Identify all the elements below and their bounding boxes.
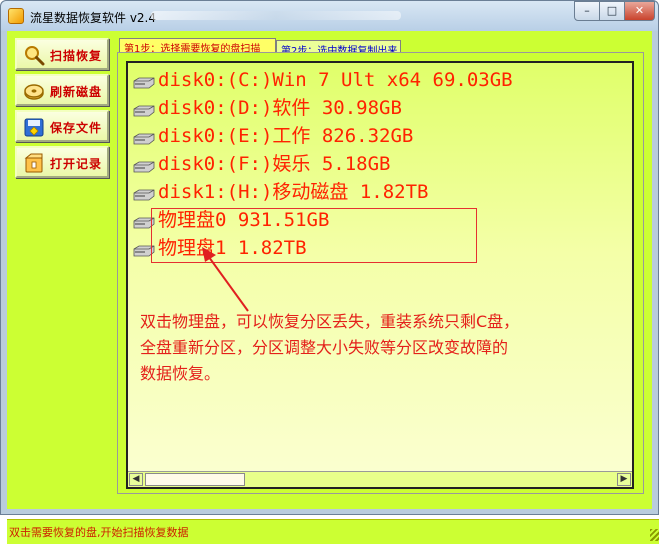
maximize-button[interactable]: □ [599, 1, 625, 21]
drive-icon [133, 189, 155, 201]
main-client-area: 扫描恢复 刷新磁盘 保存文件 打开记录 第1步：选择需要恢复的盘扫描 disk0… [7, 31, 659, 544]
app-icon [8, 8, 24, 24]
disk-item-label: disk0:(E:)工作 826.32GB [158, 125, 414, 147]
window-title: 流星数据恢复软件 v2.4 [30, 11, 157, 25]
open-record-button[interactable]: 打开记录 [15, 146, 109, 178]
open-record-label: 打开记录 [50, 157, 103, 171]
refresh-disk-label: 刷新磁盘 [50, 85, 103, 99]
minimize-button[interactable]: – [574, 1, 600, 21]
drive-icon [133, 77, 155, 89]
save-file-button[interactable]: 保存文件 [15, 110, 109, 142]
refresh-disk-icon [24, 84, 44, 100]
refresh-disk-button[interactable]: 刷新磁盘 [15, 74, 109, 106]
tab-panel: disk0:(C:)Win 7 Ult x64 69.03GB disk0:(D… [117, 52, 644, 494]
scan-recover-button[interactable]: 扫描恢复 [15, 38, 109, 70]
annotation-line: 双击物理盘，可以恢复分区丢失，重装系统只剩C盘， [140, 312, 520, 331]
drive-icon [133, 161, 155, 173]
callout-arrow [202, 247, 249, 312]
disk-item-label: disk1:(H:)移动磁盘 1.82TB [158, 181, 429, 203]
magnifier-icon [25, 46, 45, 66]
save-file-icon [24, 118, 44, 137]
annotation-note: 双击物理盘，可以恢复分区丢失，重装系统只剩C盘， 全盘重新分区，分区调整大小失败… [140, 309, 620, 387]
tab-step-1[interactable]: 第1步：选择需要恢复的盘扫描 [119, 38, 276, 55]
close-button[interactable]: ✕ [624, 1, 655, 21]
horizontal-scrollbar[interactable]: ◀ ▶ [128, 471, 632, 487]
status-text: 双击需要恢复的盘,开始扫描恢复数据 [9, 526, 189, 539]
title-bar[interactable]: 流星数据恢复软件 v2.4 – □ ✕ [1, 1, 658, 31]
scrollbar-thumb[interactable] [145, 473, 245, 486]
annotation-line: 全盘重新分区，分区调整大小失败等分区改变故障的 [140, 338, 509, 357]
scroll-right-arrow-icon[interactable]: ▶ [617, 473, 631, 486]
title-glass-blur [151, 11, 401, 20]
disk-list[interactable]: disk0:(C:)Win 7 Ult x64 69.03GB disk0:(D… [126, 61, 634, 489]
disk-item-label: disk0:(C:)Win 7 Ult x64 69.03GB [158, 69, 513, 91]
disk-item-label: disk0:(F:)娱乐 5.18GB [158, 153, 391, 175]
drive-icon [133, 133, 155, 145]
scroll-left-arrow-icon[interactable]: ◀ [129, 473, 143, 486]
disk-item-label: disk0:(D:)软件 30.98GB [158, 97, 402, 119]
open-record-icon [24, 153, 43, 173]
status-bar: 双击需要恢复的盘,开始扫描恢复数据 [7, 519, 659, 544]
scan-recover-label: 扫描恢复 [50, 49, 103, 63]
save-file-label: 保存文件 [50, 121, 103, 135]
annotation-line: 数据恢复。 [140, 364, 221, 383]
resize-grip-icon[interactable] [650, 529, 659, 541]
app-window: 流星数据恢复软件 v2.4 – □ ✕ 扫描恢复 刷新磁盘 保存文件 打开记录 … [0, 0, 659, 544]
drive-icon [133, 105, 155, 117]
